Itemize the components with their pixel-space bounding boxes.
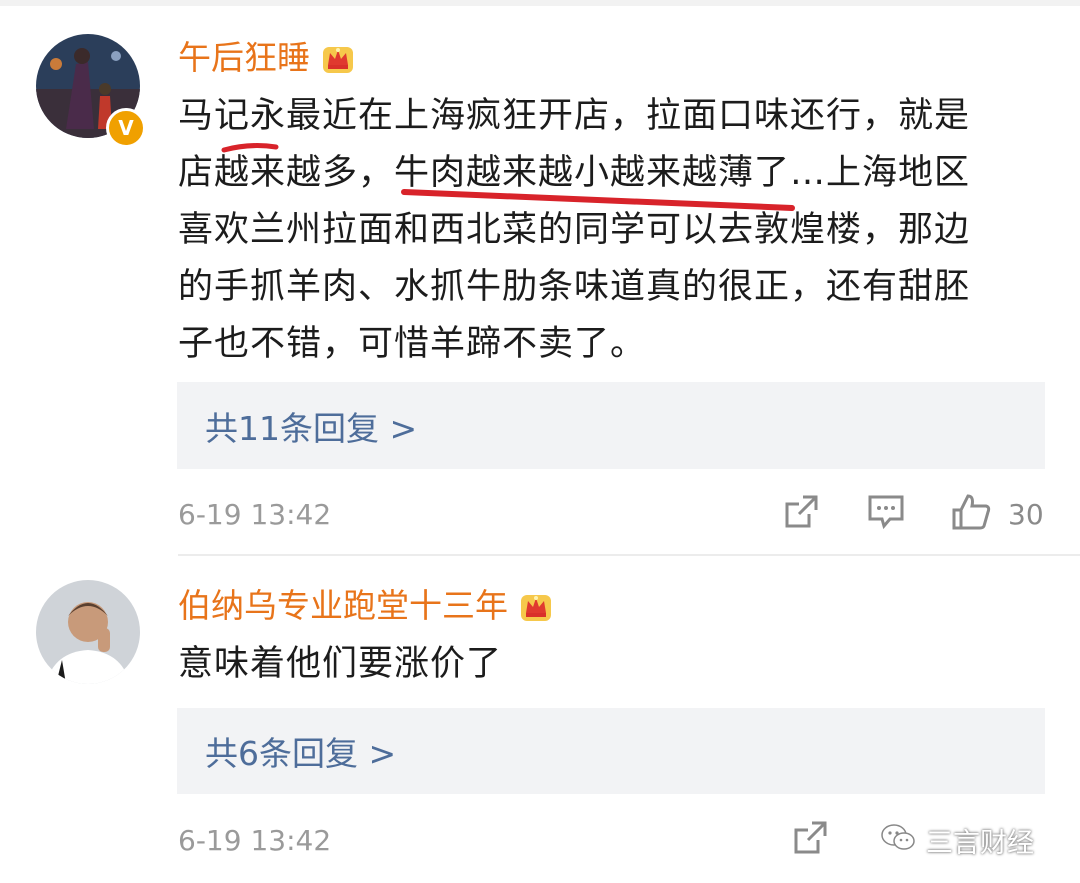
comment-line: 子也不错，可惜羊蹄不卖了。 [178,324,647,364]
comment-icon[interactable] [866,492,906,536]
crown-icon [320,41,356,75]
watermark-text: 三言财经 [926,827,1034,859]
verified-badge-icon: V [106,108,146,148]
timestamp: 6-19 13:42 [178,824,332,857]
view-replies-link[interactable]: 共11条回复 > [205,402,417,450]
username[interactable]: 午后狂睡 [178,38,356,78]
comment-line: 的手抓羊肉、水抓牛肋条味道真的很正，还有甜胚 [178,267,971,307]
watermark: 三言财经 [880,820,1060,860]
username[interactable]: 伯纳乌专业跑堂十三年 [178,586,554,626]
thumbs-up-icon[interactable] [950,492,992,536]
share-icon[interactable] [790,818,830,862]
crown-icon [518,589,554,623]
avatar[interactable] [36,580,140,684]
replies-panel: 共11条回复 > [177,382,1045,469]
like-count: 30 [1008,498,1044,531]
comment-line: 意味着他们要涨价了 [178,644,503,684]
comment-text: 意味着他们要涨价了 [178,636,1048,693]
username-text[interactable]: 午后狂睡 [178,38,310,78]
view-replies-link[interactable]: 共6条回复 > [205,727,396,775]
comment-line: 店越来越多，牛肉越来越小越来越薄了…上海地区 [178,153,971,193]
comment-meta: 6-19 13:42 30 [178,492,1044,538]
share-icon[interactable] [781,492,821,536]
username-text[interactable]: 伯纳乌专业跑堂十三年 [178,586,508,626]
comment-item: V 午后狂睡 马记永最近在上海疯狂开店，拉面口味还行，就是 店越来越多，牛肉越来… [0,0,1080,555]
wechat-icon [880,822,916,858]
comment-line: 马记永最近在上海疯狂开店，拉面口味还行，就是 [178,96,971,136]
comment-text: 马记永最近在上海疯狂开店，拉面口味还行，就是 店越来越多，牛肉越来越小越来越薄了… [178,88,1048,373]
comment-line: 喜欢兰州拉面和西北菜的同学可以去敦煌楼，那边 [178,210,971,250]
replies-panel: 共6条回复 > [177,708,1045,794]
timestamp: 6-19 13:42 [178,498,332,531]
